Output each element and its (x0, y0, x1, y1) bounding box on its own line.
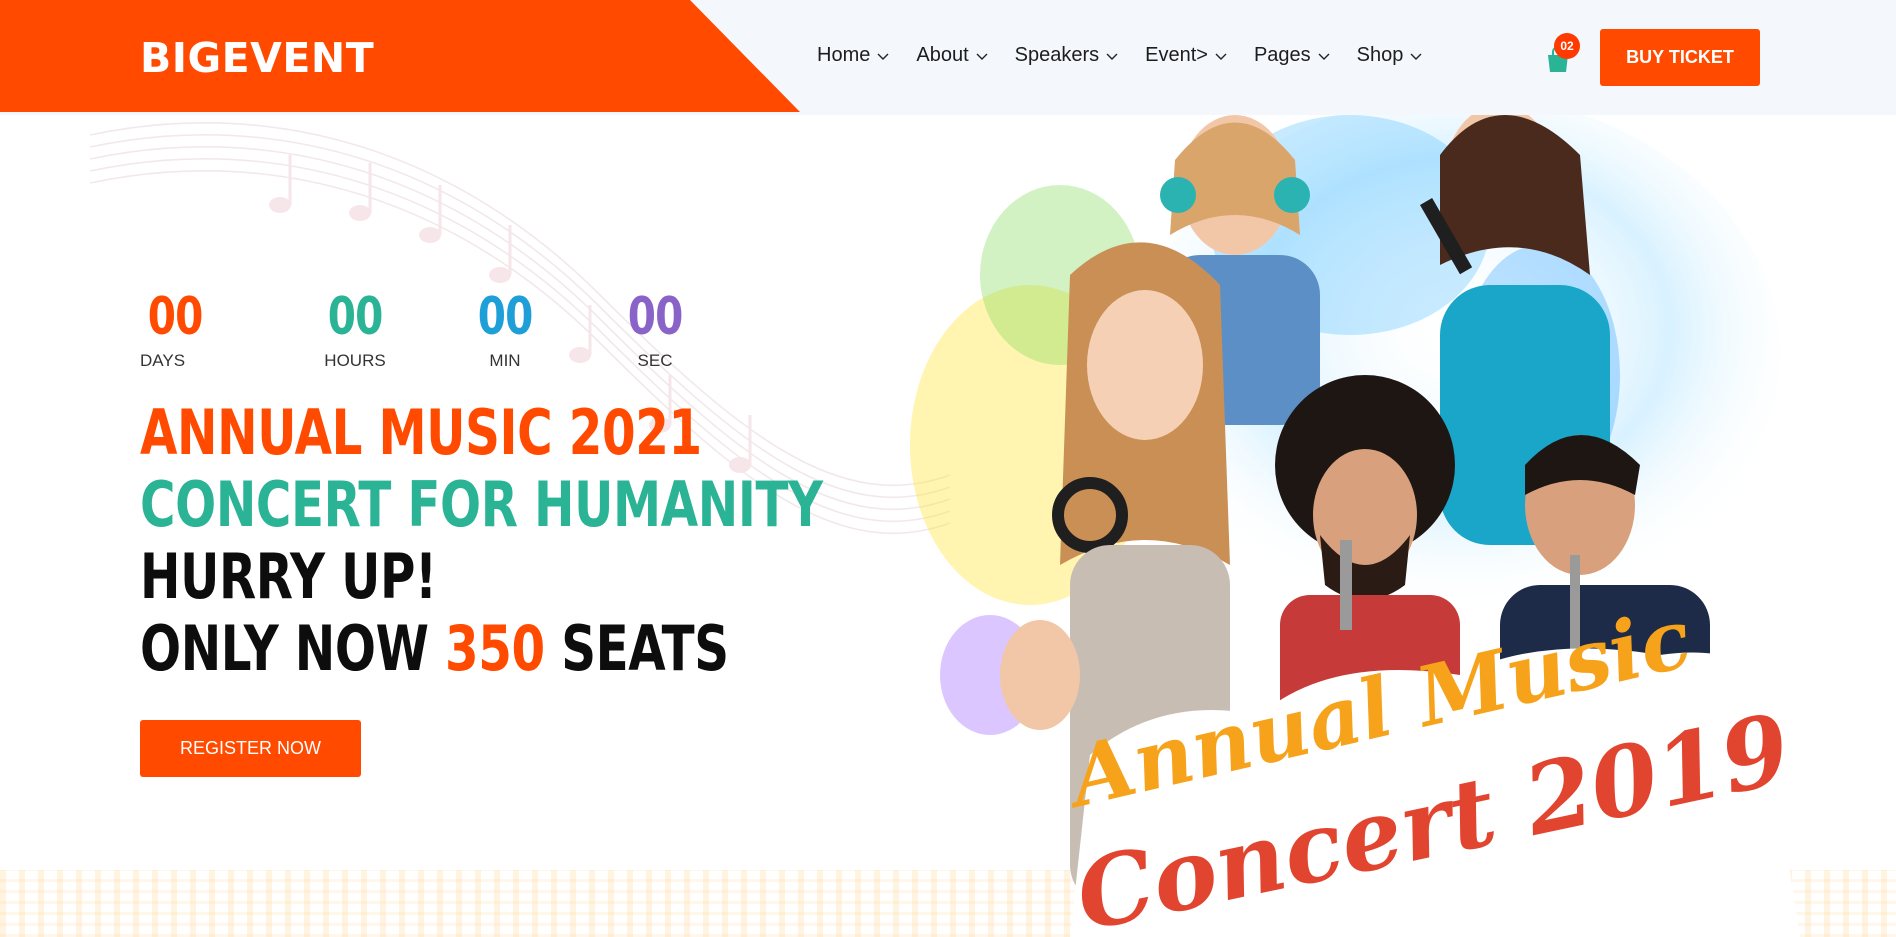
logo-block: BIGEVENT (0, 0, 800, 112)
headline-line-4: ONLY NOW 350 SEATS (140, 613, 823, 685)
countdown-hours-label: HOURS (324, 351, 386, 370)
chevron-down-icon (1410, 53, 1422, 60)
chevron-down-icon (1318, 53, 1330, 60)
concert-banner-text: Annual Music Concert 2019 (1050, 590, 1850, 937)
nav-pages[interactable]: Pages (1254, 44, 1331, 67)
countdown-sec: 00 SEC (580, 288, 730, 371)
buy-ticket-button[interactable]: BUY TICKET (1600, 29, 1760, 86)
countdown-sec-label: SEC (637, 351, 673, 370)
site-header: BIGEVENT Home About Speakers Event> Page… (0, 0, 1896, 115)
countdown-hours-value: 00 (327, 287, 384, 347)
countdown-days-label: DAYS (140, 351, 186, 370)
nav-pages-label: Pages (1253, 44, 1311, 66)
countdown-timer: 00 DAYS 00 HOURS 00 MIN 00 SEC (140, 288, 730, 371)
register-now-button[interactable]: REGISTER NOW (140, 720, 361, 777)
chevron-down-icon (976, 53, 988, 60)
countdown-min-value: 00 (477, 287, 534, 347)
headline-line-3: HURRY UP! (140, 540, 437, 613)
cart-count-badge: 02 (1554, 33, 1580, 59)
headline-line-4-prefix: ONLY NOW (140, 612, 429, 685)
nav-shop-label: Shop (1356, 44, 1404, 66)
countdown-days-value: 00 (147, 287, 204, 347)
nav-home[interactable]: Home (817, 44, 890, 67)
nav-speakers[interactable]: Speakers (1015, 44, 1120, 67)
nav-shop[interactable]: Shop (1357, 44, 1424, 67)
hero-headline: ANNUAL MUSIC 2021 CONCERT FOR HUMANITY H… (140, 397, 1015, 685)
headline-line-1: ANNUAL MUSIC 2021 (140, 396, 702, 469)
countdown-sec-value: 00 (627, 287, 684, 347)
countdown-min-label: MIN (489, 351, 521, 370)
nav-about-label: About (916, 44, 969, 66)
logo[interactable]: BIGEVENT (140, 34, 374, 82)
nav-speakers-label: Speakers (1014, 44, 1100, 66)
headline-line-2: CONCERT FOR HUMANITY (140, 468, 823, 541)
headline-line-4-suffix: SEATS (561, 612, 729, 685)
countdown-hours: 00 HOURS (280, 288, 430, 371)
chevron-down-icon (1106, 53, 1118, 60)
countdown-min: 00 MIN (430, 288, 580, 371)
nav-home-label: Home (817, 44, 871, 66)
nav-event[interactable]: Event> (1145, 44, 1228, 67)
nav-event-label: Event> (1145, 44, 1208, 66)
nav-about[interactable]: About (916, 44, 988, 67)
chevron-down-icon (877, 53, 889, 60)
main-nav: Home About Speakers Event> Pages Shop (817, 44, 1449, 67)
countdown-days: 00 DAYS (140, 288, 280, 371)
chevron-down-icon (1215, 53, 1227, 60)
seats-count: 350 (444, 612, 545, 685)
